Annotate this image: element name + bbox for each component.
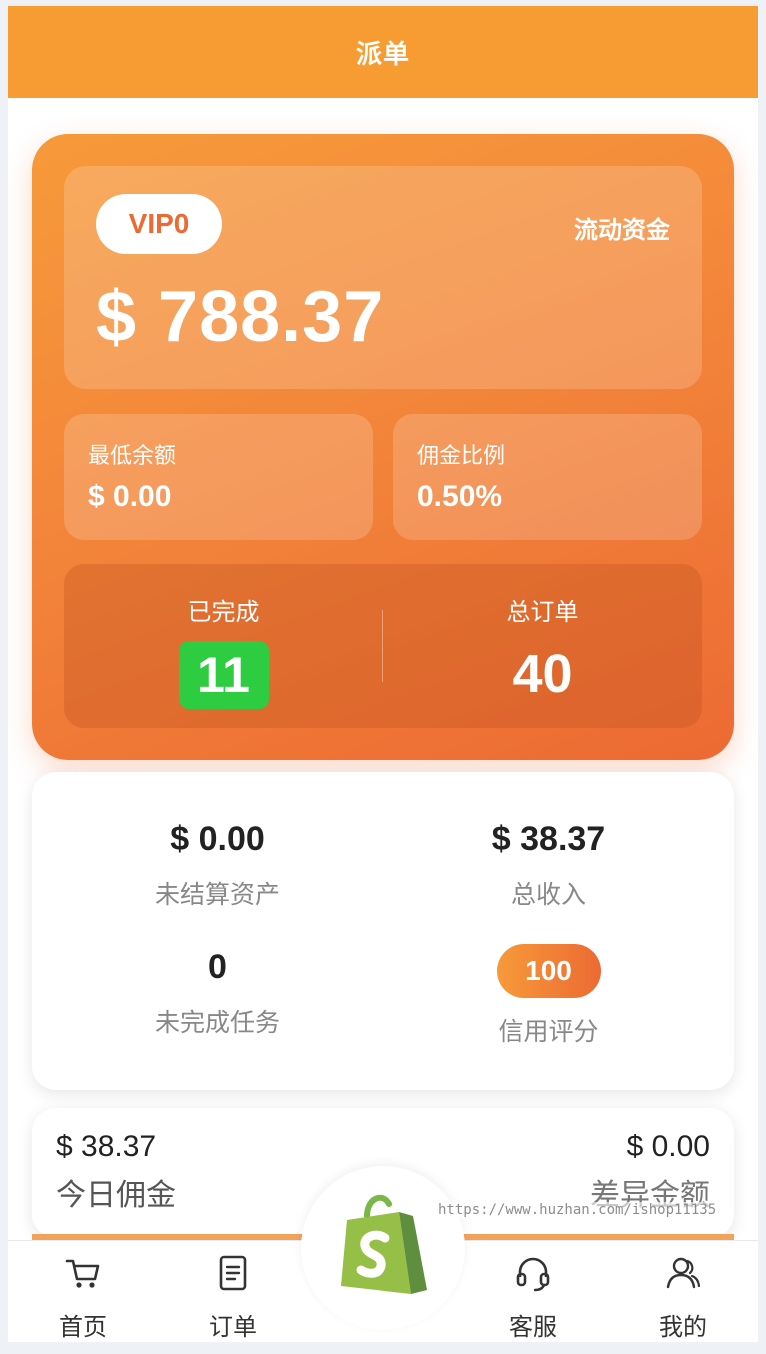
- balance-card: VIP0 流动资金 $ 788.37 最低余额 $ 0.00 佣金比例 0.50…: [32, 134, 734, 760]
- unsettled-assets: $ 0.00 未结算资产: [42, 820, 393, 911]
- page-title: 派单: [355, 38, 410, 69]
- total-orders-stat: 总订单 40: [383, 564, 702, 728]
- total-income: $ 38.37 总收入: [373, 820, 724, 911]
- nav-service[interactable]: 客服: [478, 1241, 588, 1342]
- total-orders-count: 40: [512, 644, 573, 704]
- today-commission-value: $ 38.37: [56, 1130, 157, 1163]
- incomplete-tasks: 0 未完成任务: [42, 948, 393, 1039]
- balance-amount: $ 788.37: [96, 277, 385, 357]
- commission-rate-value: 0.50%: [417, 480, 503, 513]
- cart-icon: [65, 1259, 100, 1288]
- completed-count: 11: [178, 641, 269, 709]
- min-balance-panel: 最低余额 $ 0.00: [64, 414, 373, 540]
- fund-label: 流动资金: [574, 217, 670, 244]
- today-commission: $ 38.37 今日佣金: [56, 1130, 176, 1214]
- user-icon: [666, 1257, 701, 1289]
- credit-score-badge: 100: [496, 944, 601, 998]
- nav-orders-label: 订单: [209, 1314, 257, 1341]
- funds-panel: VIP0 流动资金 $ 788.37: [64, 166, 702, 389]
- min-balance-label: 最低余额: [88, 443, 177, 468]
- phone-screen: 派单 VIP0 流动资金 $ 788.37 最低余额 $ 0.00 佣金比例 0…: [8, 6, 758, 1342]
- nav-home[interactable]: 首页: [28, 1241, 138, 1342]
- unsettled-label: 未结算资产: [154, 881, 280, 909]
- order-stats-panel: 已完成 11 总订单 40: [64, 564, 702, 728]
- headset-icon: [516, 1257, 550, 1292]
- nav-mine[interactable]: 我的: [628, 1241, 738, 1342]
- nav-mine-label: 我的: [659, 1314, 707, 1341]
- total-income-value: $ 38.37: [491, 820, 606, 858]
- unsettled-value: $ 0.00: [170, 820, 265, 858]
- difference-value: $ 0.00: [626, 1130, 710, 1163]
- credit-score: 100 信用评分: [373, 944, 724, 1048]
- commission-rate-panel: 佣金比例 0.50%: [393, 414, 702, 540]
- completed-stat: 已完成 11: [64, 564, 383, 728]
- nav-orders[interactable]: 订单: [178, 1241, 288, 1342]
- document-icon: [219, 1255, 247, 1291]
- incomplete-tasks-value: 0: [208, 948, 227, 986]
- commission-rate-label: 佣金比例: [417, 443, 506, 468]
- watermark-text: https://www.huzhan.com/ishop11135: [438, 1202, 717, 1218]
- credit-score-label: 信用评分: [498, 1018, 599, 1046]
- min-balance-value: $ 0.00: [88, 480, 172, 513]
- summary-card: $ 0.00 未结算资产 $ 38.37 总收入 0 未完成任务 100 信用评…: [32, 772, 734, 1090]
- completed-label: 已完成: [187, 599, 260, 626]
- shop-bag-icon[interactable]: [337, 1190, 431, 1300]
- total-orders-label: 总订单: [506, 599, 579, 626]
- incomplete-tasks-label: 未完成任务: [154, 1009, 280, 1037]
- vip-badge[interactable]: VIP0: [96, 194, 222, 254]
- nav-service-label: 客服: [509, 1314, 557, 1341]
- header-bar: 派单: [8, 6, 758, 98]
- nav-home-label: 首页: [59, 1314, 107, 1341]
- today-commission-label: 今日佣金: [56, 1179, 176, 1212]
- total-income-label: 总收入: [510, 881, 586, 909]
